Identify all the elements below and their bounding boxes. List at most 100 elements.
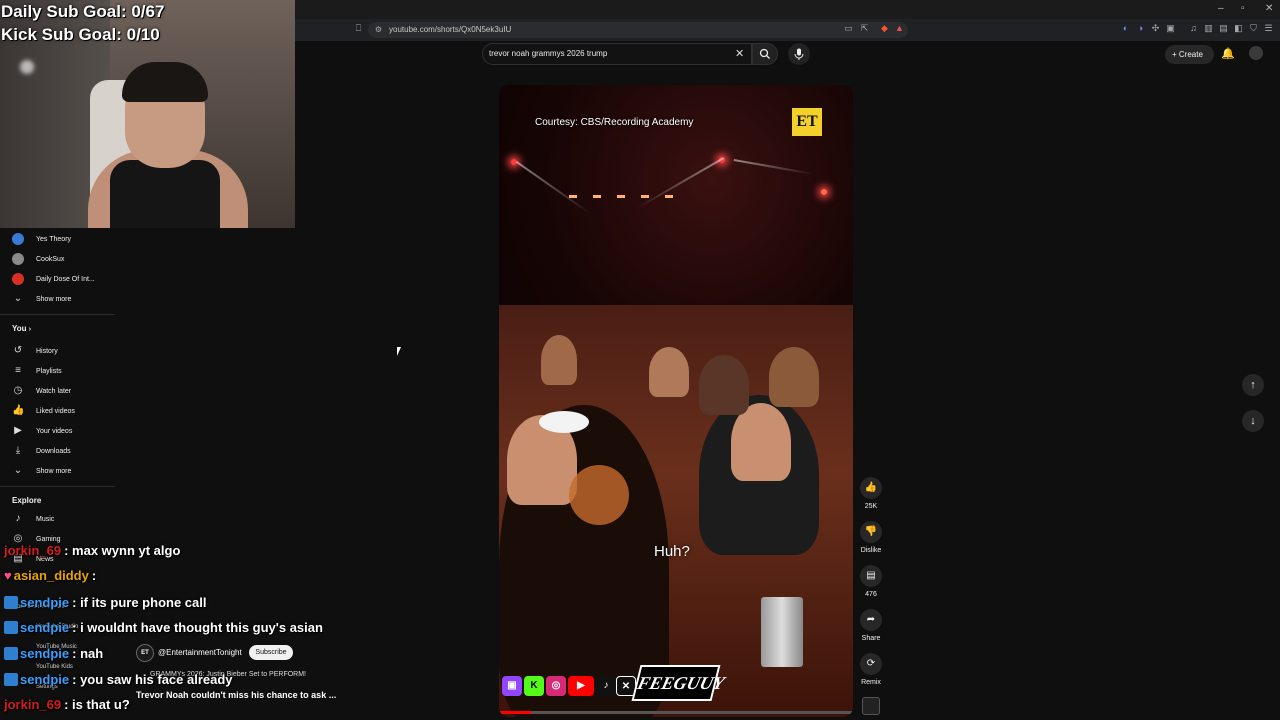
sidebar-item-music[interactable]: ♪ Music bbox=[0, 510, 120, 530]
dislike-button[interactable]: 👎 bbox=[860, 521, 882, 543]
sidebar-item-label: Liked videos bbox=[36, 408, 75, 415]
search-icon bbox=[759, 48, 770, 59]
vpn-icon[interactable]: ◧ bbox=[1233, 23, 1244, 34]
sidebar-subscription[interactable]: CookSux bbox=[0, 250, 120, 270]
webcam-streamer-shirt bbox=[110, 160, 220, 228]
wallet-icon[interactable]: ▤ bbox=[1218, 23, 1229, 34]
thumbs-up-icon: 👍 bbox=[864, 482, 878, 493]
sidebar-subscription[interactable]: Yes Theory bbox=[0, 230, 120, 250]
subscription-label: Yes Theory bbox=[36, 236, 72, 243]
show-more-you[interactable]: ⌄ Show more bbox=[0, 462, 120, 482]
youtube-icon: ▶ bbox=[568, 676, 594, 696]
clear-search-icon[interactable]: ✕ bbox=[735, 47, 744, 60]
video-caption: Huh? bbox=[654, 543, 690, 560]
sidebar-item-history[interactable]: ↺ History bbox=[0, 342, 120, 362]
chat-badge-icon bbox=[4, 596, 18, 609]
channel-avatar[interactable]: ET bbox=[136, 644, 154, 662]
extension-icon[interactable]: ◐ bbox=[1120, 23, 1131, 34]
chat-text: : nah bbox=[72, 646, 104, 661]
shorts-video-player[interactable]: Courtesy: CBS/Recording Academy ET Huh? bbox=[499, 85, 853, 717]
show-more-label: Show more bbox=[36, 296, 72, 303]
share-page-icon[interactable]: ⇱ bbox=[859, 23, 870, 34]
thumbs-up-icon: 👍 bbox=[12, 405, 25, 416]
flowers bbox=[569, 465, 629, 525]
sidebar-subscription[interactable]: Daily Dose Of Int... bbox=[0, 270, 120, 290]
sidebar-item-watch-later[interactable]: ◷ Watch later bbox=[0, 382, 120, 402]
sidebar-more-item[interactable]: YouTube Kids bbox=[36, 664, 73, 670]
chat-text: : is that u? bbox=[64, 697, 130, 712]
extension-icon[interactable]: ◑ bbox=[1135, 23, 1146, 34]
create-button[interactable]: + Create bbox=[1165, 45, 1214, 64]
show-more-subscriptions[interactable]: ⌄ Show more bbox=[0, 290, 120, 310]
bookmark-icon[interactable]: ⎕ bbox=[353, 23, 364, 34]
media-icon[interactable]: ♫ bbox=[1188, 23, 1199, 34]
sidebar-divider bbox=[0, 486, 115, 487]
sidebar-item-label: Your videos bbox=[36, 428, 73, 435]
comments-button[interactable]: ▤ bbox=[860, 565, 882, 587]
sidebar-toggle-icon[interactable]: ▥ bbox=[1203, 23, 1214, 34]
sidebar-item-your-videos[interactable]: ▶ Your videos bbox=[0, 422, 120, 442]
next-short-button[interactable]: ↓ bbox=[1242, 410, 1264, 432]
previous-short-button[interactable]: ↑ bbox=[1242, 374, 1264, 396]
site-info-icon[interactable]: ⚙ bbox=[373, 24, 384, 35]
playlists-icon: ≡ bbox=[15, 365, 21, 376]
thumbs-down-icon: 👎 bbox=[864, 526, 878, 537]
shield-icon[interactable]: ⛉ bbox=[1248, 23, 1259, 34]
streamer-logo: FEEGUUY bbox=[631, 665, 727, 701]
voice-search-button[interactable] bbox=[788, 43, 810, 65]
chat-text: : max wynn yt algo bbox=[64, 543, 181, 558]
notifications-bell-icon[interactable]: 🔔 bbox=[1221, 47, 1235, 60]
restore-icon[interactable]: ▫ bbox=[1241, 2, 1245, 16]
close-window-icon[interactable]: ✕ bbox=[1265, 2, 1273, 16]
channel-avatar bbox=[12, 273, 24, 285]
search-button[interactable] bbox=[752, 43, 778, 65]
chat-text: : if its pure phone call bbox=[72, 595, 207, 610]
chevron-down-icon: ⌄ bbox=[13, 293, 23, 304]
brave-shield-icon[interactable]: ◆ bbox=[879, 23, 890, 34]
menu-icon[interactable]: ☰ bbox=[1263, 23, 1274, 34]
subscription-label: CookSux bbox=[36, 256, 65, 263]
sidebar-item-playlists[interactable]: ≡ Playlists bbox=[0, 362, 120, 382]
account-avatar[interactable] bbox=[1249, 46, 1263, 60]
downloads-icon[interactable]: ▣ bbox=[1165, 23, 1176, 34]
remix-label: Remix bbox=[861, 679, 881, 686]
channel-name[interactable]: @EntertainmentTonight bbox=[158, 648, 242, 657]
video-courtesy-text: Courtesy: CBS/Recording Academy bbox=[535, 117, 694, 128]
video-title[interactable]: Trevor Noah couldn't miss his chance to … bbox=[136, 690, 336, 700]
cup bbox=[761, 597, 803, 667]
share-button[interactable]: ➦ bbox=[860, 609, 882, 631]
rewards-icon[interactable]: ▲ bbox=[894, 23, 905, 34]
white-hat bbox=[539, 411, 589, 433]
like-button[interactable]: 👍 bbox=[860, 477, 882, 499]
browser-titlebar bbox=[295, 0, 1280, 19]
share-icon: ➦ bbox=[866, 614, 876, 625]
stage-lights-row bbox=[569, 195, 689, 198]
chat-badge-icon bbox=[4, 621, 18, 634]
mouse-cursor bbox=[397, 347, 405, 356]
video-icon: ▶ bbox=[14, 425, 22, 436]
arrow-up-icon: ↑ bbox=[1250, 379, 1256, 391]
subscribe-button[interactable]: Subscribe bbox=[249, 645, 293, 660]
kick-sub-goal: Kick Sub Goal: 0/10 bbox=[1, 25, 160, 44]
daily-sub-goal: Daily Sub Goal: 0/67 bbox=[1, 2, 165, 21]
twitch-icon: ▣ bbox=[502, 676, 522, 696]
minimize-icon[interactable]: – bbox=[1218, 2, 1224, 16]
remix-icon: ⟳ bbox=[866, 658, 876, 669]
sidebar-item-label: Downloads bbox=[36, 448, 71, 455]
chat-text: : you saw his face already bbox=[72, 672, 233, 687]
person-back bbox=[699, 355, 749, 415]
sidebar-item-liked-videos[interactable]: 👍 Liked videos bbox=[0, 402, 120, 422]
video-progress-track[interactable] bbox=[499, 711, 853, 714]
person-back bbox=[541, 335, 577, 385]
screen-icon[interactable]: ▭ bbox=[843, 23, 854, 34]
et-logo: ET bbox=[792, 108, 822, 136]
remix-button[interactable]: ⟳ bbox=[860, 653, 882, 675]
sound-thumbnail[interactable] bbox=[862, 697, 880, 715]
chat-message: sendpie: if its pure phone call bbox=[4, 595, 206, 610]
microphone-icon bbox=[794, 48, 804, 60]
extensions-puzzle-icon[interactable]: ✣ bbox=[1150, 23, 1161, 34]
you-section-header[interactable]: You › bbox=[12, 324, 31, 333]
sidebar-item-downloads[interactable]: ⤓ Downloads bbox=[0, 442, 120, 462]
chat-text: : bbox=[91, 568, 97, 583]
sidebar-item-label: Music bbox=[36, 516, 55, 523]
